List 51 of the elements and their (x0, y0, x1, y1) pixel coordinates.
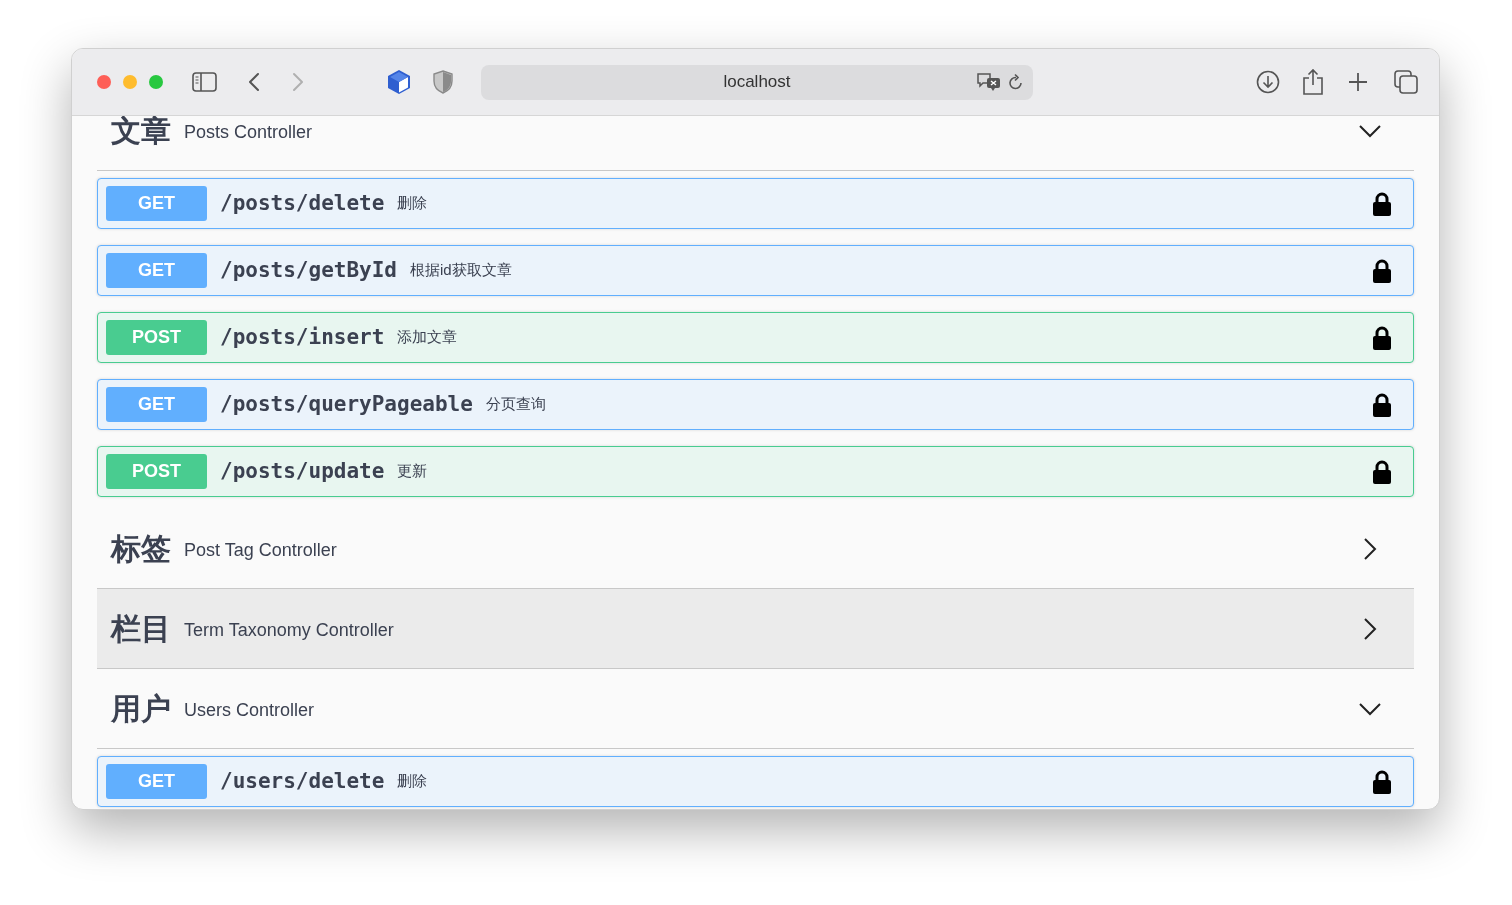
lock-icon[interactable] (1373, 325, 1391, 350)
endpoint-summary: 更新 (397, 461, 429, 482)
endpoint-path: /posts/getById (220, 256, 397, 284)
back-icon[interactable] (248, 72, 260, 92)
new-tab-icon[interactable] (1348, 72, 1368, 92)
cube-icon[interactable] (387, 69, 411, 95)
endpoint-summary: 删除 (397, 193, 429, 214)
operation-row[interactable]: GET /posts/getById 根据id获取文章 (97, 245, 1414, 296)
section-description: Post Tag Controller (184, 539, 338, 562)
endpoint-path: /posts/update (220, 457, 385, 485)
section-header[interactable]: 栏目 Term Taxonomy Controller (97, 589, 1414, 669)
method-badge: GET (106, 253, 207, 288)
endpoint-summary: 分页查询 (485, 394, 547, 415)
section-description: Users Controller (184, 699, 316, 722)
address-bar[interactable]: localhost (481, 64, 1033, 100)
operation-row[interactable]: POST /posts/insert 添加文章 (97, 312, 1414, 363)
method-badge: GET (106, 387, 207, 422)
method-badge: GET (106, 764, 207, 799)
section-title: 用户 (111, 691, 171, 727)
section-description: Posts Controller (184, 121, 314, 144)
download-icon[interactable] (1256, 70, 1280, 94)
section-title: 标签 (111, 531, 171, 567)
section-title: 栏目 (111, 611, 171, 647)
lock-icon[interactable] (1373, 769, 1391, 794)
method-badge: GET (106, 186, 207, 221)
endpoint-summary: 添加文章 (397, 327, 459, 348)
lock-icon[interactable] (1373, 191, 1391, 216)
operation-row[interactable]: POST /posts/update 更新 (97, 446, 1414, 497)
operation-row[interactable]: GET /posts/delete 删除 (97, 178, 1414, 229)
shield-icon[interactable] (433, 70, 453, 94)
reload-icon[interactable] (1008, 73, 1024, 91)
method-badge: POST (106, 454, 207, 489)
section-description: Term Taxonomy Controller (184, 619, 395, 642)
endpoint-path: /posts/queryPageable (220, 390, 473, 418)
share-icon[interactable] (1302, 68, 1324, 96)
lock-icon[interactable] (1373, 392, 1391, 417)
endpoint-summary: 删除 (397, 771, 429, 792)
close-button[interactable] (97, 75, 111, 89)
endpoint-summary: 根据id获取文章 (410, 260, 513, 281)
translate-icon[interactable] (976, 72, 1002, 92)
url-text: localhost (723, 71, 791, 94)
tabs-overview-icon[interactable] (1394, 70, 1418, 94)
endpoint-path: /users/delete (220, 767, 385, 795)
lock-icon[interactable] (1373, 459, 1391, 484)
lock-icon[interactable] (1373, 258, 1391, 283)
sidebar-icon[interactable] (192, 72, 217, 92)
operation-row[interactable]: GET /posts/queryPageable 分页查询 (97, 379, 1414, 430)
endpoint-path: /posts/delete (220, 189, 385, 217)
endpoint-path: /posts/insert (220, 323, 385, 351)
operation-row[interactable]: GET /users/delete 删除 (97, 756, 1414, 807)
method-badge: POST (106, 320, 207, 355)
